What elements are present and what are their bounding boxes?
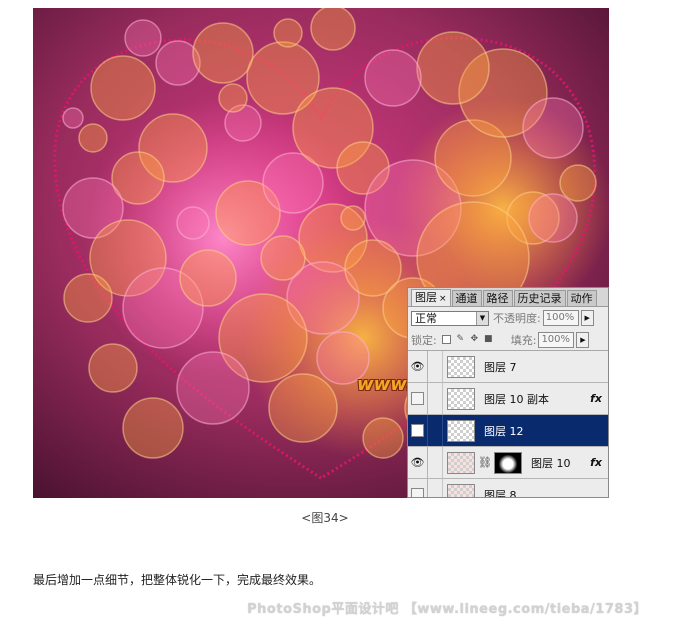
figure-caption: <图34>: [301, 511, 349, 525]
eye-off-icon[interactable]: [411, 424, 424, 437]
blend-mode-value: 正常: [415, 312, 437, 325]
visibility-toggle[interactable]: [408, 383, 428, 414]
tab-channels[interactable]: 通道: [451, 290, 482, 306]
layer-row-12[interactable]: 图层 12: [408, 415, 608, 447]
chevron-down-icon: ▼: [476, 311, 488, 325]
bokeh-circle: [192, 22, 254, 84]
visibility-toggle[interactable]: [408, 479, 428, 497]
bokeh-circle: [176, 206, 210, 240]
bokeh-circle: [179, 249, 237, 307]
layer-name: 图层 7: [484, 360, 517, 374]
bokeh-circle: [63, 273, 113, 323]
body-paragraph: 最后增加一点细节，把整体锐化一下，完成最终效果。: [33, 573, 322, 587]
blend-mode-select[interactable]: 正常 ▼: [411, 310, 489, 326]
lock-move-icon[interactable]: ✥: [470, 335, 479, 344]
lock-brush-icon[interactable]: ✎: [456, 335, 465, 344]
bokeh-circle: [528, 193, 578, 243]
layer-thumbnail: [447, 483, 475, 497]
layer-name: 图层 10 副本: [484, 392, 549, 406]
bokeh-circle: [90, 55, 156, 121]
opacity-field[interactable]: 100%: [542, 310, 579, 326]
fx-icon[interactable]: fx: [590, 392, 602, 405]
bokeh-circle: [310, 8, 356, 51]
layer-name: 图层 12: [484, 424, 524, 438]
lock-all-icon[interactable]: ■: [484, 335, 493, 344]
layer-thumbnail: [447, 419, 475, 442]
fill-label: 填充:: [510, 333, 537, 347]
bokeh-circle: [176, 351, 250, 425]
blend-row: 正常 ▼ 不透明度: 100% ▶: [408, 307, 608, 329]
tab-layers[interactable]: 图层 ×: [411, 289, 451, 306]
tab-actions[interactable]: 动作: [566, 290, 597, 306]
visibility-toggle[interactable]: 👁: [408, 447, 428, 478]
bokeh-circle: [522, 97, 584, 159]
chain-link-icon[interactable]: ⛓: [478, 456, 492, 469]
tab-history[interactable]: 历史记录: [513, 290, 566, 306]
layer-mask-thumbnail[interactable]: [493, 451, 522, 474]
fill-slider-button[interactable]: ▶: [576, 331, 590, 348]
opacity-slider-button[interactable]: ▶: [580, 310, 594, 326]
bokeh-circle: [78, 123, 108, 153]
panel-tabbar: 图层 × 通道 路径 历史记录 动作: [408, 288, 608, 307]
fx-icon[interactable]: fx: [590, 456, 602, 469]
layer-row-10-copy[interactable]: 图层 10 副本 fx: [408, 383, 608, 415]
bokeh-circle: [273, 18, 303, 48]
layer-row-8[interactable]: 图层 8: [408, 479, 608, 498]
layer-row-7[interactable]: 👁 图层 7: [408, 351, 608, 383]
bokeh-circle: [124, 19, 162, 57]
layer-thumbnail: [447, 355, 475, 378]
layers-panel: 图层 × 通道 路径 历史记录 动作 正常 ▼ 不透明度: 100% ▶ 锁定: …: [407, 287, 609, 498]
close-icon[interactable]: ×: [439, 294, 447, 304]
tab-layers-label: 图层: [415, 291, 437, 304]
layer-thumbnail: [447, 387, 475, 410]
lock-row: 锁定: ✎ ✥ ■ 填充: 100% ▶: [408, 329, 608, 351]
bokeh-circle: [364, 49, 422, 107]
lock-label: 锁定:: [411, 333, 437, 347]
layer-name: 图层 8: [484, 488, 517, 498]
bokeh-circle: [416, 31, 490, 105]
bokeh-circle: [88, 343, 138, 393]
visibility-toggle[interactable]: [408, 415, 428, 446]
visibility-toggle[interactable]: 👁: [408, 351, 428, 382]
fill-field[interactable]: 100%: [538, 331, 575, 348]
eye-off-icon[interactable]: [411, 488, 424, 497]
opacity-label: 不透明度:: [493, 312, 541, 325]
bokeh-circle: [362, 417, 404, 459]
bokeh-circle: [122, 397, 184, 459]
eye-off-icon[interactable]: [411, 392, 424, 405]
eye-icon[interactable]: 👁: [411, 361, 425, 372]
bokeh-circle: [340, 205, 366, 231]
lock-transparent-icon[interactable]: [441, 335, 451, 344]
bokeh-circle: [559, 164, 597, 202]
footer-watermark: PhotoShop平面设计吧 【www.lineeg.com/tieba/178…: [247, 602, 647, 617]
eye-icon[interactable]: 👁: [411, 457, 425, 468]
bokeh-circle: [62, 107, 84, 129]
bokeh-circle: [268, 373, 338, 443]
layer-row-10[interactable]: 👁 ⛓ 图层 10 fx: [408, 447, 608, 479]
layer-thumbnail: [447, 451, 475, 474]
bokeh-circle: [218, 83, 248, 113]
tab-paths[interactable]: 路径: [482, 290, 513, 306]
layer-name: 图层 10: [530, 456, 571, 470]
